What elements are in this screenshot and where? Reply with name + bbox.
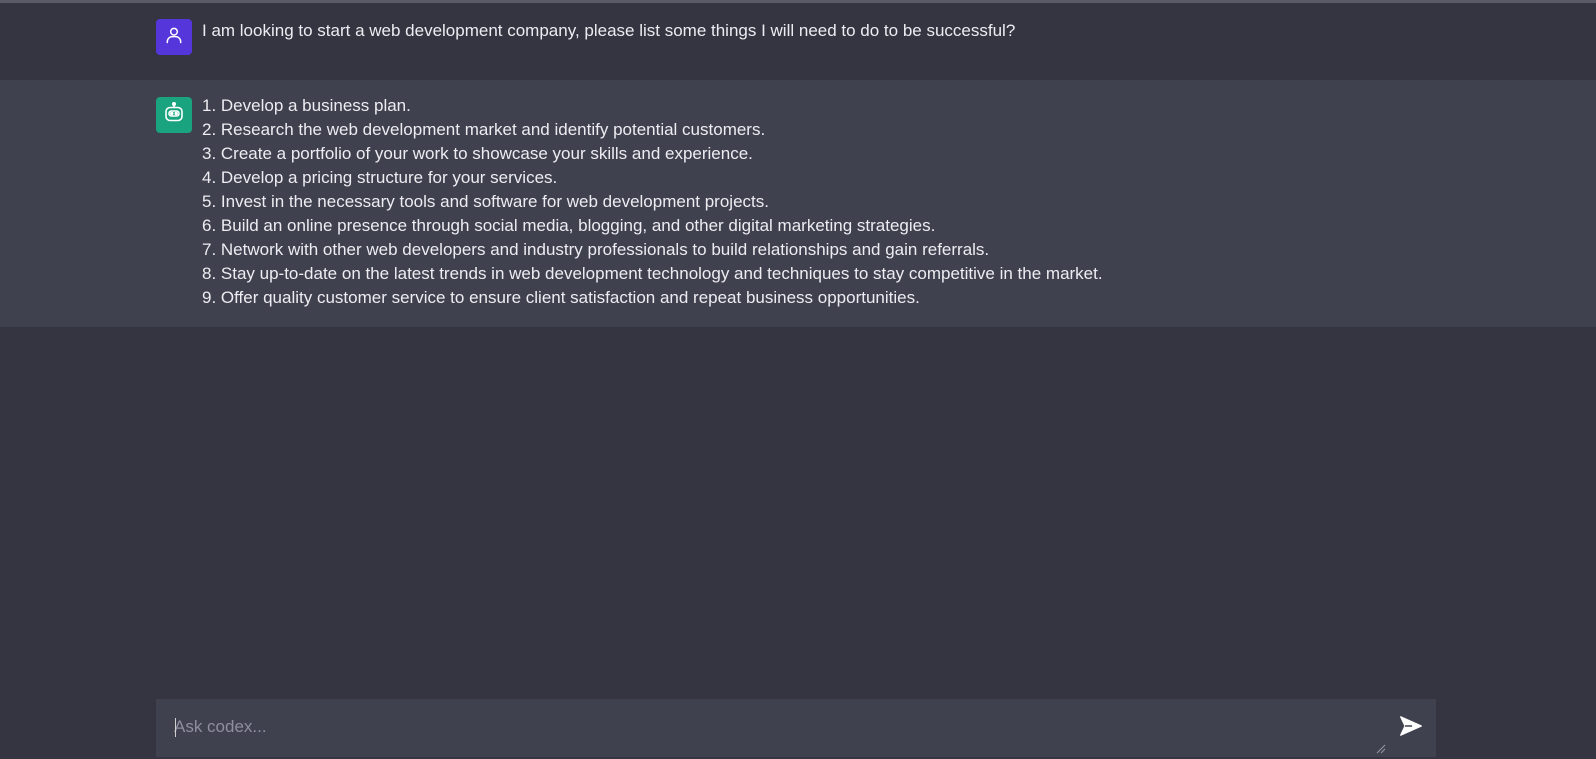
- text-caret: [175, 718, 176, 737]
- list-item: 6. Build an online presence through soci…: [202, 216, 936, 235]
- list-item: 9. Offer quality customer service to ens…: [202, 288, 920, 307]
- resize-grip-icon[interactable]: [1376, 741, 1386, 754]
- send-icon: [1398, 713, 1424, 744]
- robot-icon: [162, 101, 186, 130]
- list-item: 3. Create a portfolio of your work to sh…: [202, 144, 753, 163]
- user-message-text: I am looking to start a web development …: [202, 21, 1016, 40]
- bot-message-text: 1. Develop a business plan. 2. Research …: [202, 94, 1103, 310]
- user-icon: [164, 25, 184, 50]
- list-item: 8. Stay up-to-date on the latest trends …: [202, 264, 1103, 283]
- list-item: 1. Develop a business plan.: [202, 96, 411, 115]
- list-item: 2. Research the web development market a…: [202, 120, 766, 139]
- list-item: 4. Develop a pricing structure for your …: [202, 168, 558, 187]
- composer: [156, 699, 1436, 757]
- list-item: 5. Invest in the necessary tools and sof…: [202, 192, 769, 211]
- send-button[interactable]: [1396, 713, 1426, 743]
- list-item: 7. Network with other web developers and…: [202, 240, 990, 259]
- user-avatar: [156, 19, 192, 55]
- bot-avatar: [156, 97, 192, 133]
- bot-message-row: 1. Develop a business plan. 2. Research …: [0, 80, 1596, 327]
- chat-container: I am looking to start a web development …: [0, 3, 1596, 327]
- prompt-input[interactable]: [174, 716, 1364, 752]
- user-message-row: I am looking to start a web development …: [0, 3, 1596, 80]
